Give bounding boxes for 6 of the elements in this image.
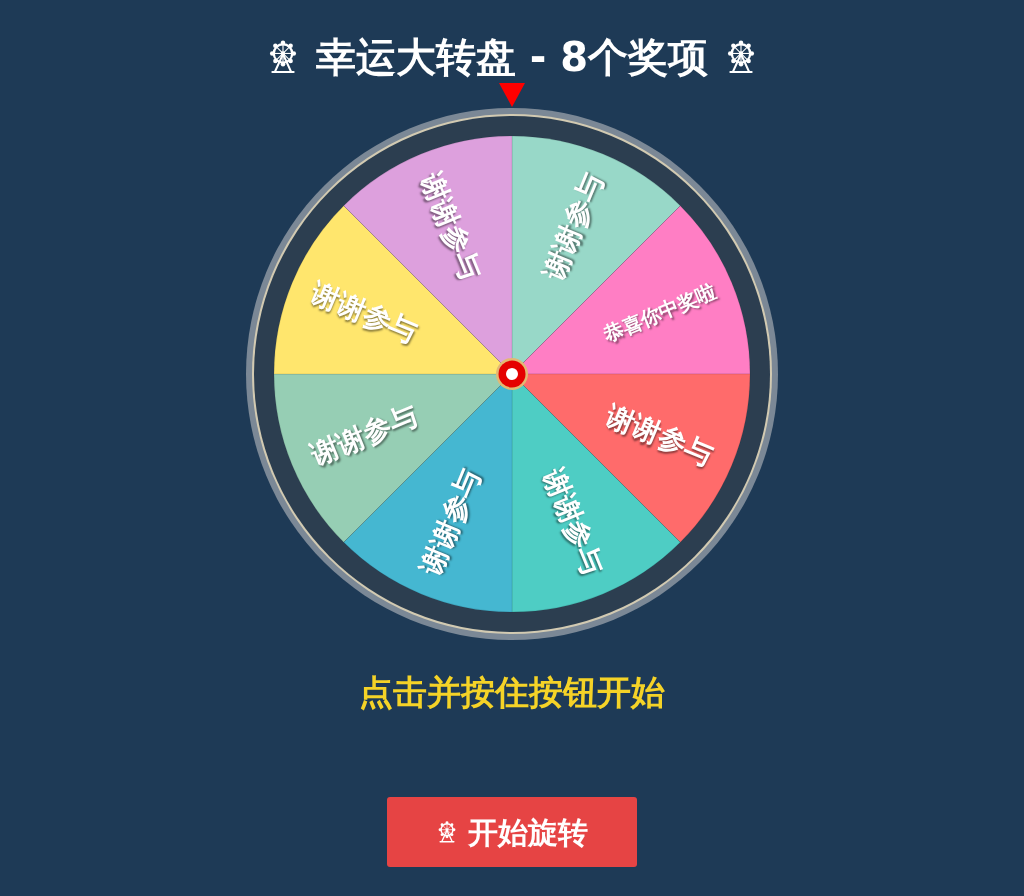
hub-icon	[496, 358, 528, 390]
page-title: 幸运大转盘 - 8个奖项	[315, 33, 709, 81]
spin-button[interactable]: 开始旋转	[387, 797, 637, 867]
hint-text: 点击并按住按钮开始	[359, 672, 665, 712]
pointer-icon	[499, 83, 525, 107]
ferris-wheel-icon	[436, 821, 458, 843]
